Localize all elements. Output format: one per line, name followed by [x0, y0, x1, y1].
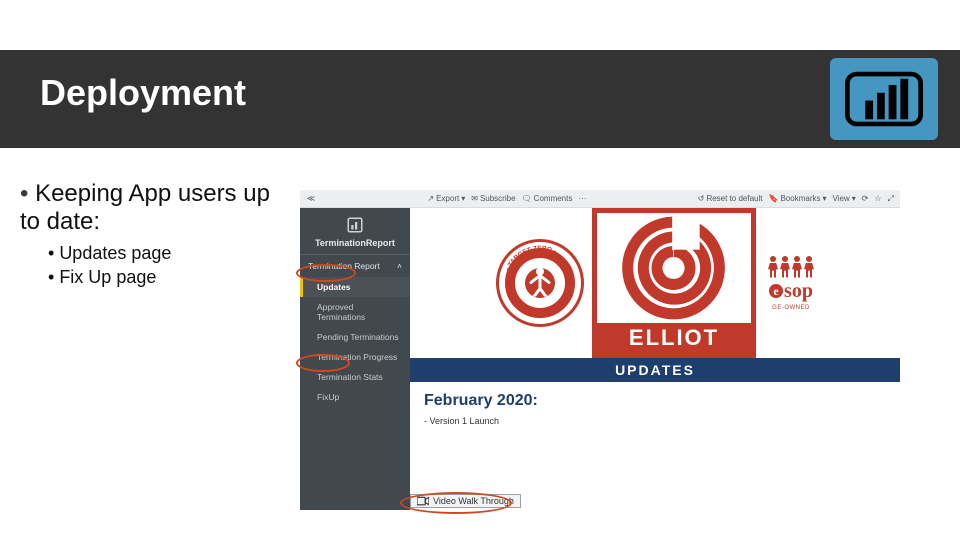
power-bi-logo: [830, 58, 938, 140]
nav-item-stats[interactable]: Termination Stats: [300, 367, 410, 387]
chevron-up-icon: ˄: [397, 261, 402, 271]
refresh-icon[interactable]: ⟳: [862, 194, 869, 203]
bar-chart-icon: [845, 67, 923, 131]
updates-heading-bar: UPDATES: [410, 358, 900, 382]
reset-button[interactable]: ↺ Reset to default: [698, 194, 763, 203]
nav-item-pending[interactable]: Pending Terminations: [300, 327, 410, 347]
bookmarks-button[interactable]: 🔖 Bookmarks ▾: [769, 194, 827, 203]
logos-banner: • TARGET ZERO • SERVANT LEADERSHIP • HUM…: [410, 208, 900, 358]
comments-button[interactable]: 🗨 Comments: [522, 194, 573, 203]
app-toolbar: ≪ ↗ Export ▾ ✉ Subscribe 🗨 Comments ··· …: [300, 190, 900, 208]
view-button[interactable]: View ▾: [833, 194, 856, 203]
month-heading: February 2020:: [424, 392, 886, 410]
fullscreen-icon[interactable]: ⤢: [888, 194, 894, 204]
target-zero-badge: • TARGET ZERO • SERVANT LEADERSHIP • HUM…: [496, 239, 584, 327]
favorite-icon[interactable]: ☆: [874, 194, 881, 203]
report-icon: [300, 208, 410, 238]
spiral-e-icon: [619, 213, 729, 323]
video-walkthrough-tab[interactable]: Video Walk Through: [410, 494, 521, 508]
nav-item-progress[interactable]: Termination Progress: [300, 347, 410, 367]
bullet-list: Keeping App users up to date: Updates pa…: [20, 180, 290, 290]
sub-bullet: Fix Up page: [48, 265, 290, 289]
nav-item-updates[interactable]: Updates: [300, 277, 410, 297]
embedded-powerbi-app: ≪ ↗ Export ▾ ✉ Subscribe 🗨 Comments ··· …: [300, 190, 900, 510]
video-icon: [417, 496, 429, 506]
sub-bullet: Updates page: [48, 241, 290, 265]
report-canvas: • TARGET ZERO • SERVANT LEADERSHIP • HUM…: [410, 208, 900, 510]
updates-body: February 2020: - Version 1 Launch: [410, 382, 900, 436]
more-button[interactable]: ···: [578, 194, 586, 203]
nav-item-approved[interactable]: Approved Terminations: [300, 297, 410, 327]
elliot-logo: ELLIOT: [592, 208, 756, 358]
slide-title: Deployment: [40, 72, 246, 114]
elliot-label: ELLIOT: [597, 323, 751, 353]
bullet-main: Keeping App users up to date:: [20, 180, 290, 235]
report-title: TerminationReport: [300, 238, 410, 255]
nav-group-header[interactable]: Termination Report˄: [300, 255, 410, 277]
update-line: - Version 1 Launch: [424, 416, 886, 426]
person-icon: [527, 267, 553, 297]
subscribe-button[interactable]: ✉ Subscribe: [471, 194, 515, 203]
collapse-nav-icon[interactable]: ≪: [306, 194, 316, 203]
esop-logo: esop GE-OWNED: [768, 256, 814, 311]
nav-item-fixup[interactable]: FixUp: [300, 387, 410, 407]
people-icon: [768, 256, 814, 278]
side-navigation: TerminationReport Termination Report˄ Up…: [300, 208, 410, 510]
export-button[interactable]: ↗ Export ▾: [427, 194, 465, 203]
